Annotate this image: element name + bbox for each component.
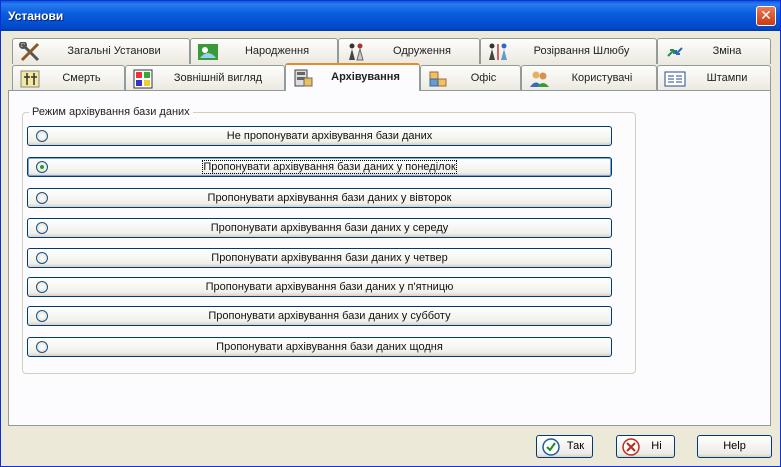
ok-label: Так — [566, 440, 585, 452]
tab-birth[interactable]: Народження — [190, 38, 338, 64]
help-label: Help — [723, 440, 746, 452]
divorce-icon — [489, 43, 507, 60]
no-button[interactable]: Ні — [616, 435, 675, 458]
no-label: Ні — [651, 440, 662, 452]
close-button[interactable]: ✕ — [756, 6, 776, 26]
archive-mode-group-label: Режим архівування бази даних — [29, 106, 193, 118]
tab-label: Офіс — [470, 72, 497, 84]
wedding-icon — [349, 43, 364, 61]
option-label: Пропонувати архівування бази даних у сер… — [210, 222, 449, 234]
tab-change[interactable]: Зміна — [657, 38, 771, 64]
tools-icon — [19, 42, 40, 62]
tab-archiving[interactable]: Архівування — [285, 63, 420, 91]
option-label: Пропонувати архівування бази даних у суб… — [208, 310, 451, 322]
tab-label: Загальні Установи — [67, 45, 161, 57]
option-label: Пропонувати архівування бази даних у вів… — [207, 192, 452, 204]
option-daily[interactable]: Пропонувати архівування бази даних щодня — [27, 337, 612, 357]
option-tuesday[interactable]: Пропонувати архівування бази даних у вів… — [27, 188, 612, 208]
ok-button[interactable]: Так — [536, 435, 593, 458]
help-button[interactable]: Help — [697, 435, 772, 458]
cancel-icon — [622, 438, 640, 456]
option-thursday[interactable]: Пропонувати архівування бази даних у чет… — [27, 248, 612, 268]
tab-appearance[interactable]: Зовнішній вигляд — [125, 65, 285, 91]
radio-button[interactable] — [36, 161, 48, 173]
appearance-icon — [133, 69, 153, 89]
option-saturday[interactable]: Пропонувати архівування бази даних у суб… — [27, 306, 612, 326]
close-icon: ✕ — [760, 8, 772, 24]
radio-button[interactable] — [36, 252, 48, 264]
radio-button[interactable] — [36, 130, 48, 142]
tab-label: Користувачі — [571, 72, 633, 84]
option-friday[interactable]: Пропонувати архівування бази даних у п'я… — [27, 277, 612, 297]
radio-button[interactable] — [36, 222, 48, 234]
tab-wedding[interactable]: Одруження — [338, 38, 480, 64]
tab-death[interactable]: Смерть — [12, 65, 125, 91]
option-monday[interactable]: Пропонувати архівування бази даних у пон… — [27, 157, 612, 177]
option-label: Пропонувати архівування бази даних у пон… — [202, 160, 457, 174]
stamps-icon — [664, 71, 686, 87]
radio-button[interactable] — [36, 281, 48, 293]
tab-label: Зміна — [712, 45, 742, 57]
tab-label: Розірвання Шлюбу — [533, 45, 630, 57]
option-label: Не пропонувати архівування бази даних — [226, 130, 433, 142]
birth-icon — [198, 44, 218, 60]
tab-users[interactable]: Користувачі — [521, 65, 657, 91]
radio-button[interactable] — [36, 192, 48, 204]
tab-divorce[interactable]: Розірвання Шлюбу — [480, 38, 657, 64]
tab-label: Смерть — [62, 72, 101, 84]
check-icon — [542, 438, 560, 456]
tab-office[interactable]: Офіс — [420, 65, 521, 91]
death-icon — [20, 70, 40, 88]
tab-stamps[interactable]: Штампи — [657, 65, 771, 91]
tab-label: Архівування — [331, 71, 400, 83]
change-icon — [667, 47, 683, 57]
office-icon — [429, 71, 447, 87]
radio-button[interactable] — [36, 341, 48, 353]
window-title: Установи — [8, 9, 64, 23]
option-label: Пропонувати архівування бази даних у чет… — [211, 252, 448, 264]
option-wednesday[interactable]: Пропонувати архівування бази даних у сер… — [27, 218, 612, 238]
tab-label: Одруження — [393, 45, 451, 57]
archive-mode-group — [22, 112, 636, 374]
option-label: Пропонувати архівування бази даних щодня — [216, 341, 443, 353]
tab-label: Народження — [244, 45, 310, 57]
tab-label: Штампи — [706, 72, 748, 84]
users-icon — [530, 71, 549, 87]
radio-button[interactable] — [36, 310, 48, 322]
archive-icon — [294, 69, 313, 87]
tab-label: Зовнішній вигляд — [173, 72, 263, 84]
tab-general-settings[interactable]: Загальні Установи — [12, 38, 190, 64]
option-no-archiving[interactable]: Не пропонувати архівування бази даних — [27, 126, 612, 146]
option-label: Пропонувати архівування бази даних у п'я… — [205, 281, 454, 293]
title-bar[interactable]: Установи ✕ — [1, 1, 780, 31]
